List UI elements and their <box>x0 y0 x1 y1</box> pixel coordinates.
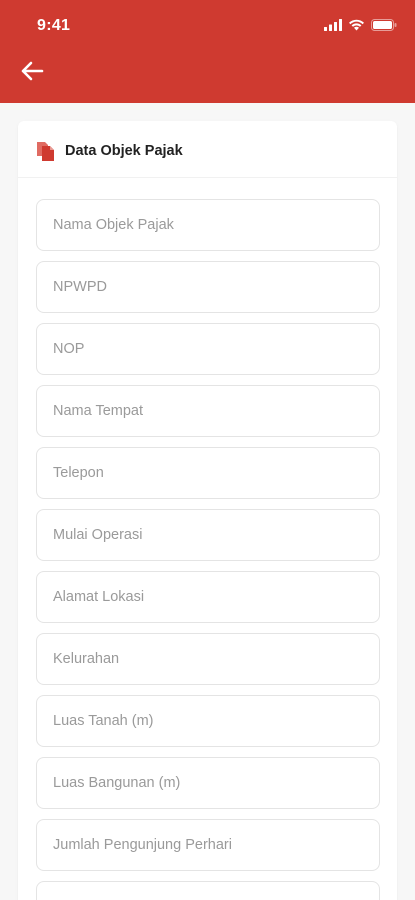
mulai-operasi-input[interactable] <box>37 510 379 560</box>
section-header: Data Objek Pajak <box>36 139 183 163</box>
wifi-icon <box>349 19 364 31</box>
status-bar: 9:41 <box>0 0 415 50</box>
nama-tempat-field[interactable] <box>36 385 380 437</box>
jumlah-pengunjung-field[interactable] <box>36 819 380 871</box>
luas-tanah-field[interactable] <box>36 695 380 747</box>
npwpd-input[interactable] <box>37 262 379 312</box>
nama-objek-pajak-input[interactable] <box>37 200 379 250</box>
section-title: Data Objek Pajak <box>65 143 183 159</box>
luas-tanah-input[interactable] <box>37 696 379 746</box>
nop-input[interactable] <box>37 324 379 374</box>
back-button[interactable] <box>14 56 50 86</box>
next-input[interactable] <box>37 882 379 900</box>
divider <box>18 177 397 178</box>
luas-bangunan-field[interactable] <box>36 757 380 809</box>
next-field[interactable] <box>36 881 380 900</box>
form-card: Data Objek Pajak <box>18 121 397 900</box>
nama-tempat-input[interactable] <box>37 386 379 436</box>
alamat-lokasi-input[interactable] <box>37 572 379 622</box>
telepon-input[interactable] <box>37 448 379 498</box>
kelurahan-field[interactable] <box>36 633 380 685</box>
luas-bangunan-input[interactable] <box>37 758 379 808</box>
nop-field[interactable] <box>36 323 380 375</box>
mulai-operasi-field[interactable] <box>36 509 380 561</box>
battery-icon <box>371 19 397 31</box>
telepon-field[interactable] <box>36 447 380 499</box>
content-area: Data Objek Pajak <box>0 103 415 900</box>
kelurahan-input[interactable] <box>37 634 379 684</box>
nama-objek-pajak-field[interactable] <box>36 199 380 251</box>
app-header: 9:41 <box>0 0 415 103</box>
document-icon <box>37 141 54 161</box>
alamat-lokasi-field[interactable] <box>36 571 380 623</box>
arrow-left-icon <box>21 61 44 81</box>
npwpd-field[interactable] <box>36 261 380 313</box>
status-time: 9:41 <box>37 17 71 34</box>
jumlah-pengunjung-input[interactable] <box>37 820 379 870</box>
signal-icon <box>324 19 342 31</box>
status-icons <box>324 17 397 33</box>
